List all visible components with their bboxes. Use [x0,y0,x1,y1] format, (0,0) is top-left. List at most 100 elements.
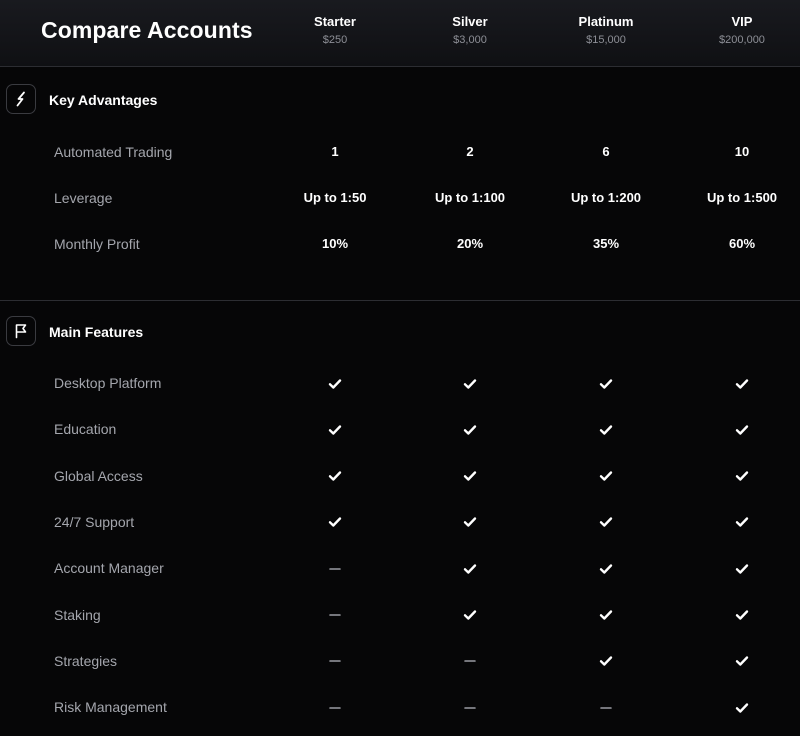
comparison-header: Compare Accounts Starter $250 Silver $3,… [0,0,800,67]
plan-price: $200,000 [719,34,765,46]
plan-name: VIP [731,14,753,29]
cell-vip [682,453,800,499]
cell-silver: Up to 1:100 [434,190,506,205]
row-label: Education [54,421,117,438]
feature-row: Desktop Platform [0,360,800,406]
cell-vip [682,360,800,406]
cell-vip: Up to 1:500 [706,190,778,205]
check-icon [599,425,613,435]
page-title: Compare Accounts [41,17,253,43]
check-icon [735,564,749,574]
cell-starter: 1 [331,144,339,159]
dash-icon [329,706,341,709]
plan-name: Starter [314,14,356,29]
plan-silver: Silver $3,000 [410,14,530,46]
cell-platinum [546,499,666,545]
dash-icon [464,660,476,663]
flag-icon [6,316,36,346]
row-leverage: Leverage Up to 1:50 Up to 1:100 Up to 1:… [0,175,800,221]
row-label: Strategies [54,652,118,669]
cell-platinum [546,453,666,499]
cell-silver [410,499,530,545]
cell-platinum: Up to 1:200 [570,190,642,205]
plan-price: $15,000 [586,34,626,46]
dash-icon [329,567,341,570]
row-monthly-profit: Monthly Profit 10% 20% 35% 60% [0,221,800,267]
plan-vip: VIP $200,000 [682,14,800,46]
check-icon [735,425,749,435]
row-label: Risk Management [54,699,167,716]
feature-row: Global Access [0,453,800,499]
check-icon [599,517,613,528]
plan-price: $3,000 [453,34,487,46]
cell-silver [410,684,530,730]
row-label: Staking [54,606,101,623]
cell-vip [682,499,800,545]
feature-row: Risk Management [0,684,800,730]
check-icon [328,425,342,435]
dash-icon [464,706,476,709]
row-label: Desktop Platform [54,375,162,391]
cell-starter [275,684,395,730]
cell-starter: 10% [321,236,349,251]
dash-icon [329,614,341,616]
cell-silver [410,406,530,452]
cell-platinum: 6 [602,144,610,159]
feature-row: 24/7 Support [0,499,800,545]
plan-starter: Starter $250 [275,14,395,46]
check-icon [735,610,749,620]
cell-starter: Up to 1:50 [303,190,367,205]
row-label: Automated Trading [54,144,173,160]
feature-row: Account Manager [0,545,800,591]
check-icon [599,378,613,389]
row-label: Global Access [54,467,143,484]
section-main-features: Main Features [0,316,800,348]
cell-silver [410,453,530,499]
cell-vip [682,684,800,730]
cell-vip [682,592,800,638]
check-icon [463,471,477,481]
cell-platinum [546,684,666,730]
check-icon [463,610,477,620]
dash-icon [329,660,341,663]
row-label: 24/7 Support [54,513,135,530]
cell-silver: 20% [456,236,484,251]
check-icon [328,471,342,481]
section-title: Main Features [49,324,144,340]
check-icon [463,378,477,389]
check-icon [328,517,342,528]
section-divider [0,300,800,301]
check-icon [599,610,613,620]
plan-name: Platinum [578,14,634,29]
cell-platinum [546,638,666,684]
cell-platinum: 35% [592,236,620,251]
section-key-advantages: Key Advantages [0,84,800,116]
cell-vip [682,638,800,684]
section-title: Key Advantages [49,92,158,108]
row-label: Monthly Profit [54,236,140,252]
check-icon [599,471,613,481]
check-icon [735,517,749,528]
check-icon [599,564,613,574]
row-label: Leverage [54,190,113,206]
row-label: Account Manager [54,560,164,577]
check-icon [463,564,477,574]
cell-vip [682,406,800,452]
check-icon [328,378,342,389]
check-icon [463,517,477,528]
dash-icon [600,706,612,709]
check-icon [735,702,749,713]
cell-starter [275,592,395,638]
check-icon [735,471,749,481]
cell-starter [275,406,395,452]
cell-starter [275,360,395,406]
check-icon [735,378,749,389]
feature-row: Strategies [0,638,800,684]
cell-vip [682,545,800,591]
cell-platinum [546,360,666,406]
cell-silver [410,592,530,638]
plan-price: $250 [322,34,348,46]
cell-starter [275,545,395,591]
cell-silver [410,545,530,591]
cell-starter [275,453,395,499]
